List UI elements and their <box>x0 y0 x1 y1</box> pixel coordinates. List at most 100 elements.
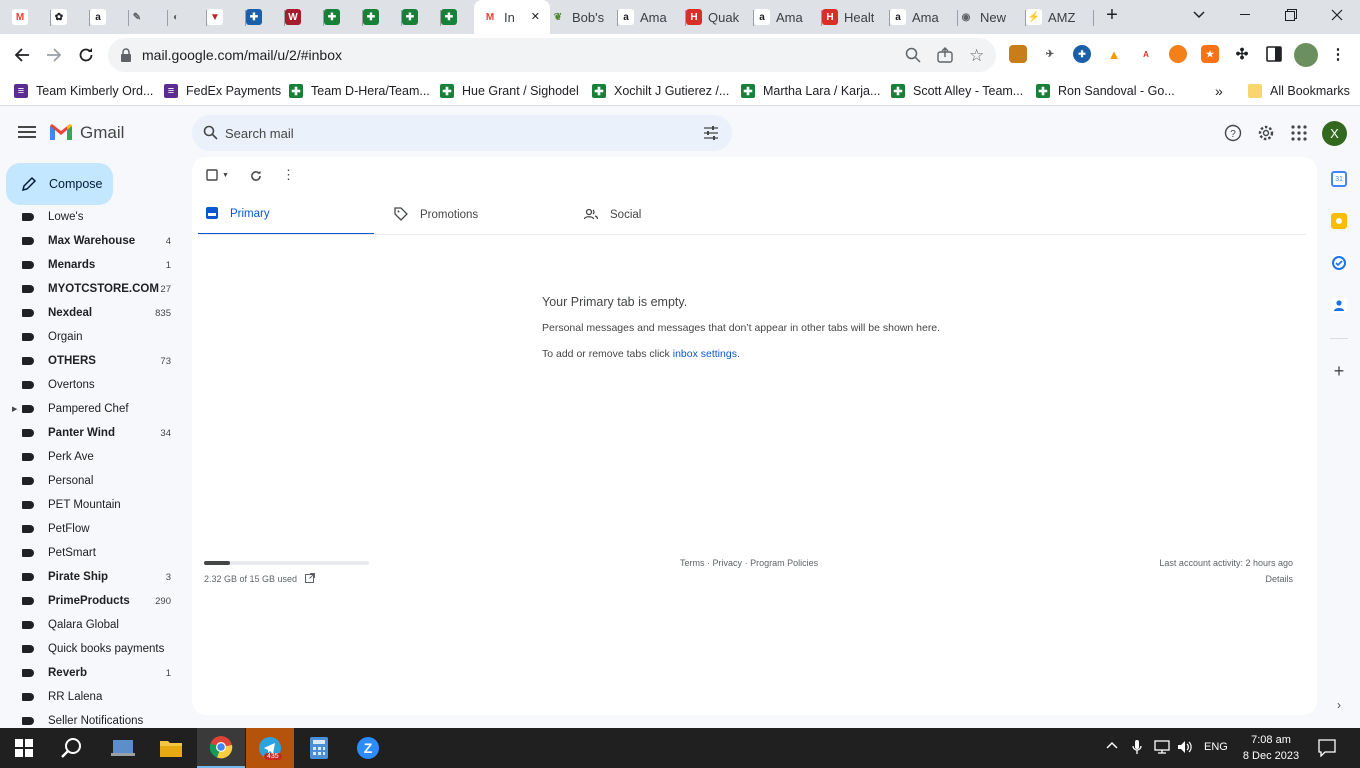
label-item[interactable]: Reverb 1 <box>0 661 188 685</box>
reload-icon[interactable] <box>74 43 98 67</box>
new-tab-button[interactable]: + <box>1089 0 1135 30</box>
minimize-button[interactable] <box>1222 0 1268 30</box>
program-policies-link[interactable]: Program Policies <box>750 558 818 568</box>
label-item[interactable]: Max Warehouse 4 <box>0 229 188 253</box>
volume-icon[interactable] <box>1177 740 1193 757</box>
browser-tab[interactable]: a Ama <box>754 4 822 30</box>
restore-button[interactable] <box>1268 0 1314 30</box>
search-icon[interactable] <box>203 125 218 145</box>
keep-icon[interactable] <box>1331 213 1347 229</box>
bookmark-item[interactable]: ✚ Hue Grant / Sighodel <box>440 82 579 100</box>
bookmark-item[interactable]: ≡ Team Kimberly Ord... <box>14 82 153 100</box>
extension-3-icon[interactable]: ✚ <box>1073 45 1091 63</box>
file-explorer-icon[interactable] <box>147 728 195 768</box>
label-item[interactable]: Menards 1 <box>0 253 188 277</box>
more-options-icon[interactable]: ⋮ <box>282 167 295 183</box>
extension-6-icon[interactable] <box>1169 45 1187 63</box>
url-text[interactable]: mail.google.com/mail/u/2/#inbox <box>142 47 342 63</box>
open-in-new-icon[interactable] <box>305 573 316 585</box>
details-link[interactable]: Details <box>1159 574 1293 584</box>
tab-search-icon[interactable] <box>1176 0 1222 30</box>
browser-tab[interactable]: a Ama <box>618 4 686 30</box>
label-item[interactable]: Quick books payments <box>0 637 188 661</box>
label-item[interactable]: OTHERS 73 <box>0 349 188 373</box>
label-item[interactable]: Orgain <box>0 325 188 349</box>
browser-tab[interactable]: H Quak <box>686 4 754 30</box>
expand-arrow-icon[interactable]: ▶ <box>12 405 17 413</box>
extension-4-icon[interactable]: ▲ <box>1105 45 1123 63</box>
browser-tab[interactable]: ◐ <box>168 4 207 30</box>
browser-tab[interactable]: H Healt <box>822 4 890 30</box>
tab-social[interactable]: Social <box>583 195 760 235</box>
extensions-puzzle-icon[interactable]: ✣ <box>1233 45 1251 63</box>
language-indicator[interactable]: ENG <box>1204 741 1228 753</box>
label-item[interactable]: PET Mountain <box>0 493 188 517</box>
browser-tab[interactable]: a Ama <box>890 4 958 30</box>
side-panel-icon[interactable] <box>1265 45 1283 63</box>
notifications-icon[interactable] <box>1318 739 1336 760</box>
browser-tab[interactable]: ⚡ AMZ <box>1026 4 1094 30</box>
bookmark-item[interactable]: ✚ Martha Lara / Karja... <box>741 82 880 100</box>
gmail-logo-text[interactable]: Gmail <box>80 123 124 143</box>
calculator-taskbar-icon[interactable] <box>295 728 343 768</box>
bookmark-star-icon[interactable]: ☆ <box>969 46 984 66</box>
browser-tab[interactable]: ✚ <box>324 4 363 30</box>
label-item[interactable]: PetSmart <box>0 541 188 565</box>
desktop-app-icon[interactable] <box>99 728 147 768</box>
apps-grid-icon[interactable] <box>1291 125 1307 146</box>
bookmark-item[interactable]: ✚ Team D-Hera/Team... <box>289 82 430 100</box>
forward-icon[interactable] <box>42 43 66 67</box>
telegram-taskbar-icon[interactable]: 435 <box>246 728 294 768</box>
add-addon-icon[interactable]: + <box>1331 361 1347 381</box>
search-options-icon[interactable] <box>704 126 718 145</box>
network-icon[interactable] <box>1154 740 1170 757</box>
select-dropdown-icon[interactable]: ▼ <box>222 172 229 179</box>
microphone-icon[interactable] <box>1132 740 1142 759</box>
tasks-icon[interactable] <box>1331 255 1347 271</box>
close-tab-icon[interactable]: ✕ <box>531 10 540 23</box>
label-item[interactable]: Qalara Global <box>0 613 188 637</box>
help-icon[interactable]: ? <box>1224 124 1242 147</box>
privacy-link[interactable]: Privacy <box>713 558 743 568</box>
search-taskbar-icon[interactable] <box>48 728 96 768</box>
label-item[interactable]: Panter Wind 34 <box>0 421 188 445</box>
browser-tab[interactable]: ❦ Bob's <box>550 4 618 30</box>
address-bar[interactable]: mail.google.com/mail/u/2/#inbox ☆ <box>108 38 996 72</box>
label-item[interactable]: Perk Ave <box>0 445 188 469</box>
browser-tab[interactable]: ✿ <box>51 4 90 30</box>
select-all-checkbox[interactable]: ▼ <box>206 169 229 181</box>
contacts-icon[interactable] <box>1331 297 1347 313</box>
calendar-icon[interactable]: 31 <box>1331 171 1347 187</box>
zoom-taskbar-icon[interactable]: Z <box>344 728 392 768</box>
label-item[interactable]: Seller Notifications <box>0 709 188 728</box>
label-item[interactable]: Nexdeal 835 <box>0 301 188 325</box>
gmail-logo-icon[interactable] <box>48 122 74 147</box>
browser-tab[interactable]: a <box>90 4 129 30</box>
hide-side-panel-icon[interactable]: › <box>1331 697 1347 713</box>
label-item[interactable]: Personal <box>0 469 188 493</box>
all-bookmarks-button[interactable]: All Bookmarks <box>1248 82 1350 100</box>
account-avatar[interactable]: X <box>1322 121 1347 146</box>
label-item[interactable]: MYOTCSTORE.COM 27 <box>0 277 188 301</box>
tab-primary[interactable]: Primary <box>198 195 374 235</box>
back-icon[interactable] <box>10 43 34 67</box>
search-input[interactable]: Search mail <box>225 126 294 141</box>
zoom-icon[interactable] <box>905 47 921 68</box>
tab-promotions[interactable]: Promotions <box>394 195 570 235</box>
show-hidden-icons-icon[interactable] <box>1106 740 1118 752</box>
browser-tab[interactable]: ◉ New <box>958 4 1026 30</box>
bookmark-item[interactable]: ≡ FedEx Payments <box>164 82 281 100</box>
browser-tab[interactable]: ▼ <box>207 4 246 30</box>
extension-7-icon[interactable]: ★ <box>1201 45 1219 63</box>
browser-tab[interactable]: ✚ <box>363 4 402 30</box>
label-item[interactable]: Overtons <box>0 373 188 397</box>
extension-5-icon[interactable]: A <box>1137 45 1155 63</box>
label-item[interactable]: RR Lalena <box>0 685 188 709</box>
label-item[interactable]: Lowe's <box>0 210 188 229</box>
browser-tab[interactable]: W <box>285 4 324 30</box>
close-window-button[interactable] <box>1314 0 1360 30</box>
chrome-menu-icon[interactable]: ⋮ <box>1329 45 1347 63</box>
extension-1-icon[interactable] <box>1009 45 1027 63</box>
browser-tab[interactable]: M In ✕ <box>474 0 550 34</box>
browser-tab[interactable]: ✚ <box>402 4 441 30</box>
